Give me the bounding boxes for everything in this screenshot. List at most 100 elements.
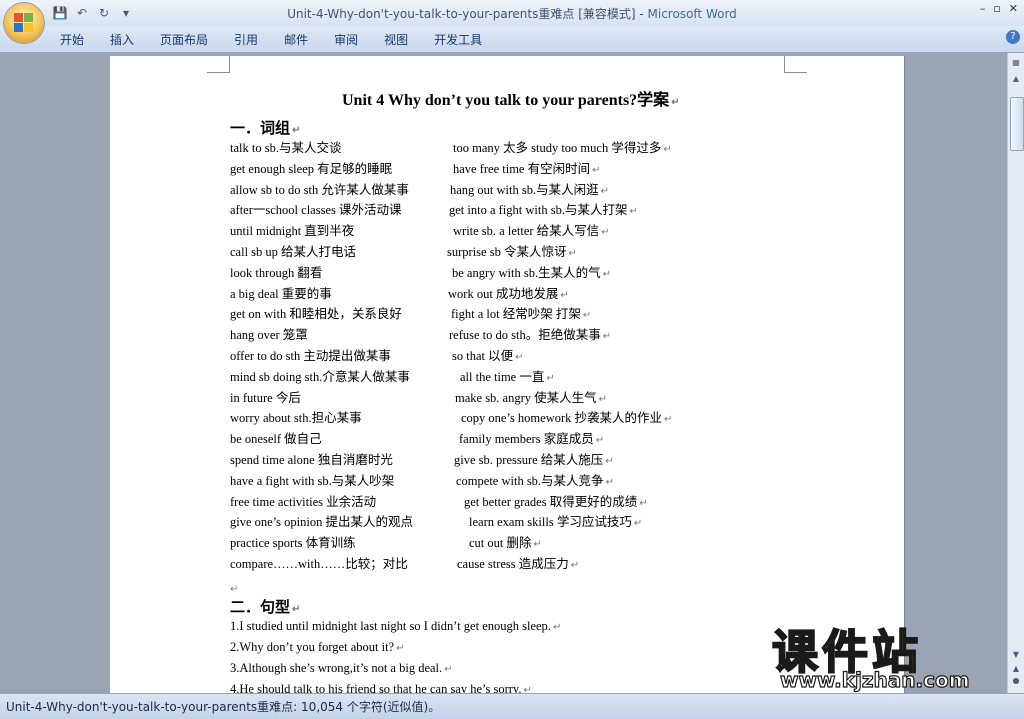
tab-mailings[interactable]: 邮件 bbox=[271, 31, 321, 48]
phrase-right: get better grades 取得更好的成绩 ↵ bbox=[464, 494, 648, 509]
phrase-right: so that 以便 ↵ bbox=[452, 348, 524, 363]
paragraph-mark: ↵ bbox=[633, 518, 643, 530]
phrase-right: surprise sb 令某人惊讶 ↵ bbox=[447, 244, 577, 259]
phrase-right: copy one’s homework 抄袭某人的作业 ↵ bbox=[461, 411, 673, 426]
paragraph-mark: ↵ bbox=[663, 144, 672, 155]
paragraph-mark: ↵ bbox=[601, 227, 610, 239]
phrase-left: get on with 和睦相处，关系良好 bbox=[230, 307, 402, 322]
close-button[interactable]: ✕ bbox=[1009, 2, 1018, 15]
paragraph-mark: ↵ bbox=[671, 97, 680, 108]
phrase-right: cut out 删除 ↵ bbox=[469, 536, 542, 551]
phrase-right: write sb. a letter 给某人写信 ↵ bbox=[453, 224, 610, 239]
window-title: Unit-4-Why-don't-you-talk-to-your-parent… bbox=[0, 5, 1024, 22]
tab-page-layout[interactable]: 页面布局 bbox=[147, 31, 221, 48]
paragraph-mark: ↵ bbox=[595, 435, 605, 447]
phrase-left: be oneself 做自己 bbox=[230, 432, 322, 447]
phrase-right: give sb. pressure 给某人施压 ↵ bbox=[454, 452, 614, 467]
window-controls: – ▫ ✕ bbox=[980, 2, 1018, 15]
phrase-right: cause stress 造成压力 ↵ bbox=[457, 556, 580, 571]
title-bar: 💾 ↶ ↻ ▾ Unit-4-Why-don't-you-talk-to-you… bbox=[0, 0, 1024, 26]
tab-review[interactable]: 审阅 bbox=[321, 31, 371, 48]
paragraph-mark: ↵ bbox=[515, 351, 524, 363]
paragraph-mark: ↵ bbox=[602, 268, 611, 280]
phrase-right: learn exam skills 学习应试技巧 ↵ bbox=[469, 515, 643, 530]
document-page[interactable]: Unit 4 Why don’t you talk to your parent… bbox=[110, 56, 904, 696]
paragraph-mark: ↵ bbox=[602, 331, 612, 343]
minimize-button[interactable]: – bbox=[980, 2, 986, 15]
phrase-left: offer to do sth 主动提出做某事 bbox=[230, 348, 391, 363]
help-icon[interactable]: ? bbox=[1006, 30, 1020, 44]
phrase-left: look through 翻看 bbox=[230, 265, 323, 280]
paragraph-mark: ↵ bbox=[592, 164, 601, 176]
paragraph-mark: ↵ bbox=[570, 559, 580, 571]
phrase-left: give one’s opinion 提出某人的观点 bbox=[230, 515, 413, 530]
document-name: Unit-4-Why-don't-you-talk-to-your-parent… bbox=[287, 7, 648, 21]
phrase-left: a big deal 重要的事 bbox=[230, 286, 332, 301]
vertical-scrollbar[interactable]: ▦ ▲ ▼ ▲ ● bbox=[1007, 53, 1024, 693]
phrase-right: be angry with sb.生某人的气 ↵ bbox=[452, 265, 611, 280]
empty-paragraph: ↵ bbox=[230, 584, 239, 595]
phrase-right: make sb. angry 使某人生气 ↵ bbox=[455, 390, 608, 405]
phrase-left: mind sb doing sth.介意某人做某事 bbox=[230, 369, 410, 384]
paragraph-mark: ↵ bbox=[560, 289, 569, 301]
status-bar: Unit-4-Why-don't-you-talk-to-your-parent… bbox=[0, 693, 1024, 719]
phrase-left: get enough sleep 有足够的睡眠 bbox=[230, 161, 393, 176]
paragraph-mark: ↵ bbox=[605, 476, 614, 488]
sentence-item: 3.Although she’s wrong,it’s not a big de… bbox=[230, 661, 453, 675]
phrase-right: too many 太多 study too much 学得过多 ↵ bbox=[453, 141, 672, 155]
paragraph-mark: ↵ bbox=[600, 185, 609, 197]
phrase-left: worry about sth.担心某事 bbox=[230, 411, 362, 426]
phrase-left: call sb up 给某人打电话 bbox=[230, 244, 357, 259]
phrase-left: free time activities 业余活动 bbox=[230, 494, 377, 509]
ribbon-tabs-bar: 开始 插入 页面布局 引用 邮件 审阅 视图 开发工具 ? bbox=[0, 26, 1024, 53]
phrase-right: get into a fight with sb.与某人打架 ↵ bbox=[449, 203, 638, 218]
phrase-left: have a fight with sb.与某人吵架 bbox=[230, 473, 395, 488]
tab-view[interactable]: 视图 bbox=[371, 31, 421, 48]
phrase-right: all the time 一直 ↵ bbox=[460, 369, 555, 384]
phrase-right: fight a lot 经常吵架 打架 ↵ bbox=[451, 307, 592, 322]
phrase-left: talk to sb.与某人交谈 bbox=[230, 141, 342, 155]
phrase-left: compare……with……比较；对比 bbox=[230, 556, 408, 571]
paragraph-mark: ↵ bbox=[639, 497, 648, 509]
restore-button[interactable]: ▫ bbox=[993, 2, 1000, 15]
paragraph-mark: ↵ bbox=[629, 206, 638, 218]
phrase-left: practice sports 体育训练 bbox=[230, 536, 356, 551]
paragraph-mark: ↵ bbox=[664, 414, 673, 426]
paragraph-mark: ↵ bbox=[582, 310, 592, 322]
phrase-left: hang over 笼罩 bbox=[230, 328, 308, 343]
phrase-right: have free time 有空闲时间 ↵ bbox=[453, 161, 601, 176]
phrase-right: family members 家庭成员 ↵ bbox=[459, 432, 605, 447]
ruler-toggle-icon[interactable]: ▦ bbox=[1010, 57, 1022, 69]
ribbon-tabs: 开始 插入 页面布局 引用 邮件 审阅 视图 开发工具 bbox=[60, 31, 495, 48]
scroll-up-icon[interactable]: ▲ bbox=[1010, 73, 1022, 85]
tab-insert[interactable]: 插入 bbox=[97, 31, 147, 48]
watermark-logo: 课件站 www.kjzhan.com bbox=[771, 616, 1012, 696]
phrase-left: after一school classes 课外活动课 bbox=[230, 203, 402, 218]
watermark-url: www.kjzhan.com bbox=[779, 667, 970, 692]
margin-corner-left bbox=[207, 56, 230, 73]
phrase-left: spend time alone 独自消磨时光 bbox=[230, 452, 393, 467]
phrase-right: compete with sb.与某人竞争 ↵ bbox=[456, 473, 614, 488]
phrase-right: hang out with sb.与某人闲逛 ↵ bbox=[450, 182, 609, 197]
phrase-left: until midnight 直到半夜 bbox=[230, 224, 355, 239]
phrase-right: refuse to do sth。拒绝做某事 ↵ bbox=[449, 328, 612, 343]
section-heading-phrases: 一．词组 ↵ bbox=[230, 121, 301, 137]
document-title: Unit 4 Why don’t you talk to your parent… bbox=[342, 92, 680, 109]
paragraph-mark: ↵ bbox=[533, 539, 542, 551]
status-text: Unit-4-Why-don't-you-talk-to-your-parent… bbox=[6, 700, 441, 714]
office-logo-icon bbox=[14, 13, 34, 33]
margin-corner-right bbox=[784, 56, 807, 73]
section-heading-sentences: 二．句型 ↵ bbox=[230, 600, 301, 616]
sentence-item: 2.Why don’t you forget about it? ↵ bbox=[230, 640, 405, 654]
tab-developer[interactable]: 开发工具 bbox=[421, 31, 495, 48]
scroll-thumb[interactable] bbox=[1010, 97, 1024, 151]
phrase-right: work out 成功地发展 ↵ bbox=[448, 286, 569, 301]
phrase-left: in future 今后 bbox=[230, 390, 301, 405]
office-button[interactable] bbox=[4, 3, 44, 43]
phrase-left: allow sb to do sth 允许某人做某事 bbox=[230, 182, 409, 197]
sentence-item: 1.I studied until midnight last night so… bbox=[230, 619, 562, 633]
paragraph-mark: ↵ bbox=[568, 247, 577, 259]
app-name: Microsoft Word bbox=[647, 7, 737, 21]
tab-home[interactable]: 开始 bbox=[60, 31, 97, 48]
tab-references[interactable]: 引用 bbox=[221, 31, 271, 48]
